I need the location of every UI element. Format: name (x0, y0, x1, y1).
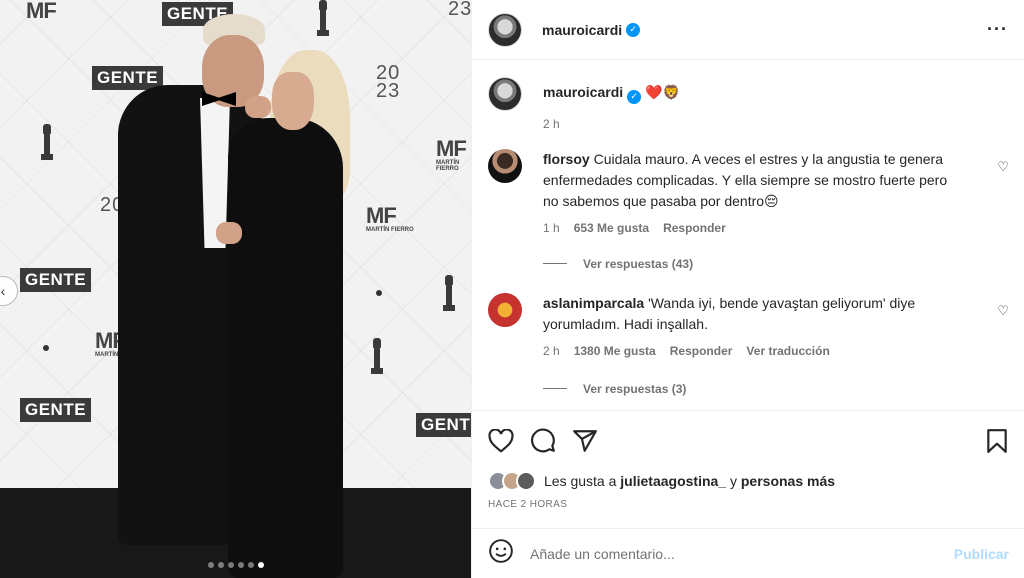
likes-others-link[interactable]: personas más (741, 473, 835, 489)
avatar[interactable] (488, 77, 522, 111)
avatar[interactable] (488, 292, 522, 327)
gente-logo: GENTE (20, 398, 92, 422)
carousel-dot (247, 562, 254, 568)
comment-likes[interactable]: 653 Me gusta (574, 218, 649, 239)
comment-likes[interactable]: 1380 Me gusta (574, 341, 656, 362)
avatar[interactable] (488, 148, 522, 183)
martin-fierro-logo: MF MARTÍN FIERRO (436, 136, 467, 173)
view-replies-label: Ver respuestas (3) (583, 381, 687, 396)
backdrop-dot (43, 345, 49, 351)
carousel-dot (237, 562, 244, 568)
carousel-dot (207, 562, 214, 568)
translate-button[interactable]: Ver traducción (746, 341, 829, 362)
caption-text: ❤️🦁 (645, 84, 680, 100)
comment-input[interactable] (530, 545, 954, 562)
likes-summary: Les gusta a julietaagostina_ y personas … (488, 471, 1009, 491)
reply-button[interactable]: Responder (663, 218, 726, 239)
comment-time: 1 h (543, 220, 560, 235)
post-photo[interactable]: GENTE GENTE GENTE GENTE GENTE MF MF MART… (0, 0, 471, 578)
verified-icon: ✓ (626, 22, 641, 37)
liker-avatars[interactable] (488, 471, 536, 491)
likes-prefix: Les gusta a (544, 473, 617, 489)
liker-avatar (516, 471, 536, 491)
backdrop-dot (376, 290, 382, 296)
caption: mauroicardi ✓ ❤️🦁 2 h (488, 77, 1009, 135)
carousel-dot (217, 562, 224, 568)
bookmark-icon[interactable] (985, 428, 1009, 454)
view-replies-button[interactable]: Ver respuestas (43) (543, 257, 1009, 271)
view-replies-button[interactable]: Ver respuestas (3) (543, 382, 1009, 396)
comment-text: Cuidala mauro. A veces el estres y la an… (543, 150, 948, 209)
martin-fierro-logo: MF (26, 0, 57, 23)
comment-username[interactable]: aslanimparcala (543, 295, 644, 311)
trophy-icon (317, 0, 329, 38)
caption-time: 2 h (543, 116, 560, 131)
trophy-icon (371, 338, 383, 376)
carousel-dot (227, 562, 234, 568)
comments-list[interactable]: mauroicardi ✓ ❤️🦁 2 h florsoy Cuidala mau… (472, 61, 1024, 409)
avatar[interactable] (488, 12, 522, 47)
comment-composer: Publicar (472, 528, 1024, 578)
comment-like-heart-icon[interactable]: ♡ (997, 303, 1009, 319)
year-mark: 23 (448, 0, 471, 20)
likes-middle: y (729, 473, 737, 489)
replies-line (543, 263, 567, 264)
comment-icon[interactable] (530, 428, 556, 454)
more-icon[interactable]: ··· (987, 19, 1008, 40)
replies-line (543, 388, 567, 389)
reply-button[interactable]: Responder (670, 341, 733, 362)
share-icon[interactable] (572, 428, 598, 454)
post-header: mauroicardi ✓ ··· (472, 0, 1024, 60)
carousel-dots (0, 562, 471, 568)
comment-username[interactable]: florsoy (543, 151, 590, 167)
hand (245, 96, 271, 118)
post-actions: Les gusta a julietaagostina_ y personas … (472, 410, 1024, 510)
caption-username[interactable]: mauroicardi (543, 84, 623, 100)
post-panel: mauroicardi ✓ ··· mauroicardi ✓ ❤️🦁 2 h (471, 0, 1024, 578)
emoji-icon[interactable] (488, 538, 514, 569)
year-mark: 2023 (376, 62, 401, 102)
trophy-icon (443, 275, 455, 313)
hand (216, 222, 242, 244)
comment-like-heart-icon[interactable]: ♡ (997, 159, 1009, 175)
heart-icon[interactable] (488, 429, 514, 453)
post-timestamp[interactable]: HACE 2 HORAS (488, 499, 1009, 510)
carousel-dot-active (257, 562, 264, 568)
comment-item: florsoy Cuidala mauro. A veces el estres… (488, 148, 1009, 239)
likes-user-link[interactable]: julietaagostina_ (620, 473, 726, 489)
woman-figure (228, 118, 343, 578)
comment-item: aslanimparcala 'Wanda iyi, bende yavaşta… (488, 292, 1009, 362)
trophy-icon (41, 124, 53, 162)
woman-face (272, 72, 314, 130)
post-comment-button[interactable]: Publicar (954, 546, 1009, 562)
martin-fierro-logo: MF MARTÍN FIERRO (366, 203, 414, 234)
verified-icon: ✓ (627, 89, 642, 104)
gente-logo: GENTE (20, 268, 92, 292)
gente-logo: GENTE (416, 413, 471, 437)
header-username[interactable]: mauroicardi (542, 22, 622, 38)
view-replies-label: Ver respuestas (43) (583, 256, 694, 271)
comment-time: 2 h (543, 343, 560, 358)
